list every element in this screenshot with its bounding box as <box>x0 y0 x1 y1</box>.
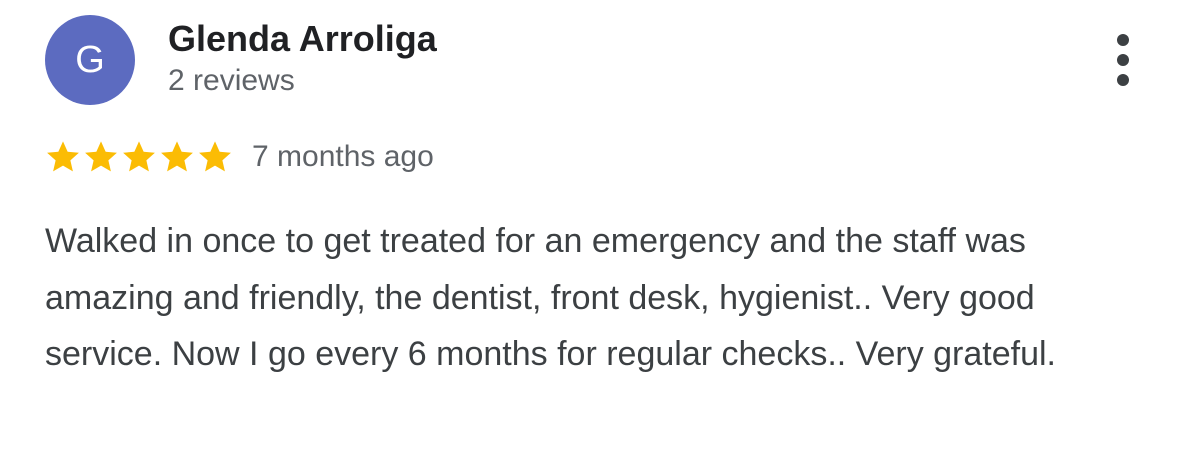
more-vert-icon <box>1117 74 1129 86</box>
star-icon <box>161 141 193 172</box>
avatar[interactable]: G <box>45 15 135 105</box>
reviewer-name[interactable]: Glenda Arroliga <box>168 18 437 60</box>
avatar-initial: G <box>75 38 105 81</box>
star-icon <box>85 141 117 172</box>
star-icon <box>47 141 79 172</box>
reviewer-review-count[interactable]: 2 reviews <box>168 64 295 98</box>
star-icon <box>199 141 231 172</box>
more-vert-icon <box>1117 54 1129 66</box>
review-text: Walked in once to get treated for an eme… <box>45 222 1056 373</box>
review-time: 7 months ago <box>252 140 434 173</box>
star-icon <box>123 141 155 172</box>
more-options-button[interactable] <box>1105 34 1141 86</box>
star-rating <box>44 139 234 175</box>
review-card: G Glenda Arroliga 2 reviews 7 months ago… <box>0 0 1200 450</box>
more-vert-icon <box>1117 34 1129 46</box>
rating-row: 7 months ago <box>44 137 434 177</box>
